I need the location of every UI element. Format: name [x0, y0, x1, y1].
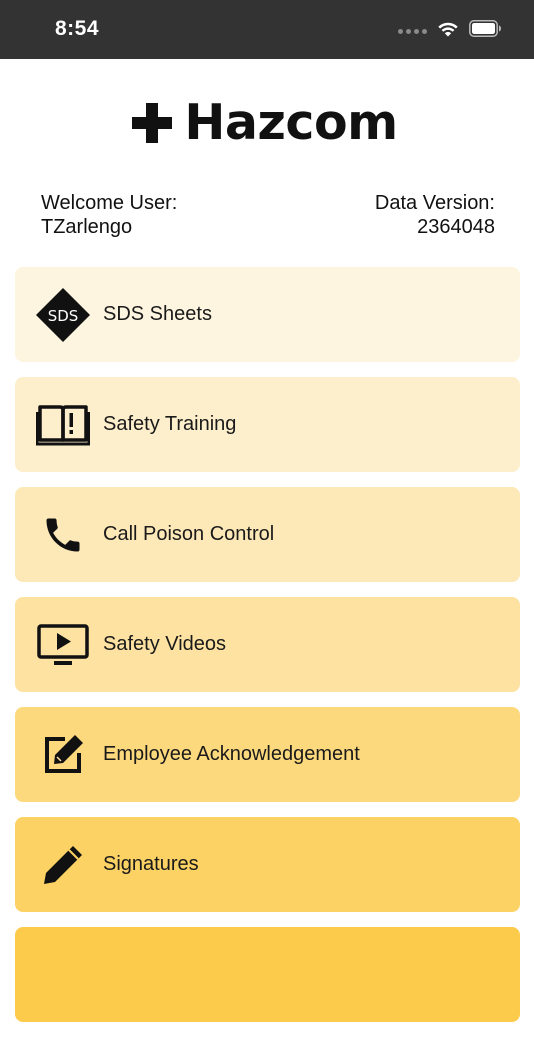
- menu-item-employee-acknowledgement[interactable]: Employee Acknowledgement: [15, 707, 520, 802]
- edit-square-icon: [35, 727, 91, 783]
- welcome-label: Welcome User:: [41, 192, 178, 214]
- sds-icon-text: SDS: [48, 307, 79, 325]
- menu-item-signatures[interactable]: Signatures: [15, 817, 520, 912]
- menu-item-safety-videos[interactable]: Safety Videos: [15, 597, 520, 692]
- status-time: 8:54: [55, 17, 100, 40]
- app-logo: Hazcom: [0, 92, 534, 152]
- user-name: TZarlengo: [41, 216, 133, 238]
- welcome-block: Welcome User: TZarlengo: [41, 191, 177, 239]
- cellular-signal-icon: [398, 29, 427, 34]
- menu-label: Safety Videos: [103, 633, 227, 655]
- wifi-icon: [438, 22, 458, 37]
- main-menu: SDS SDS Sheets Safety Training Call Pois…: [15, 267, 520, 1037]
- menu-item-call-poison-control[interactable]: Call Poison Control: [15, 487, 520, 582]
- menu-item-safety-training[interactable]: Safety Training: [15, 377, 520, 472]
- menu-item-partial[interactable]: [15, 927, 520, 1022]
- data-version-label: Data Version:: [374, 192, 495, 214]
- app-name: Hazcom: [184, 93, 398, 151]
- menu-label: Call Poison Control: [103, 523, 275, 545]
- status-icons: [398, 20, 502, 37]
- pencil-icon: [35, 837, 91, 893]
- data-version-block: Data Version: 2364048: [375, 191, 495, 239]
- battery-icon: [469, 20, 501, 37]
- menu-label: Safety Training: [103, 413, 237, 435]
- video-monitor-icon: [35, 617, 91, 673]
- phone-icon: [35, 507, 91, 563]
- menu-item-sds-sheets[interactable]: SDS SDS Sheets: [15, 267, 520, 362]
- menu-label: Employee Acknowledgement: [103, 743, 360, 765]
- data-version-value: 2364048: [417, 216, 495, 238]
- status-bar: 8:54: [0, 0, 534, 59]
- plus-cross-icon: [132, 103, 173, 143]
- menu-label: Signatures: [103, 853, 199, 875]
- book-alert-icon: [35, 397, 91, 453]
- menu-label: SDS Sheets: [103, 303, 212, 325]
- sds-diamond-icon: SDS: [35, 287, 91, 343]
